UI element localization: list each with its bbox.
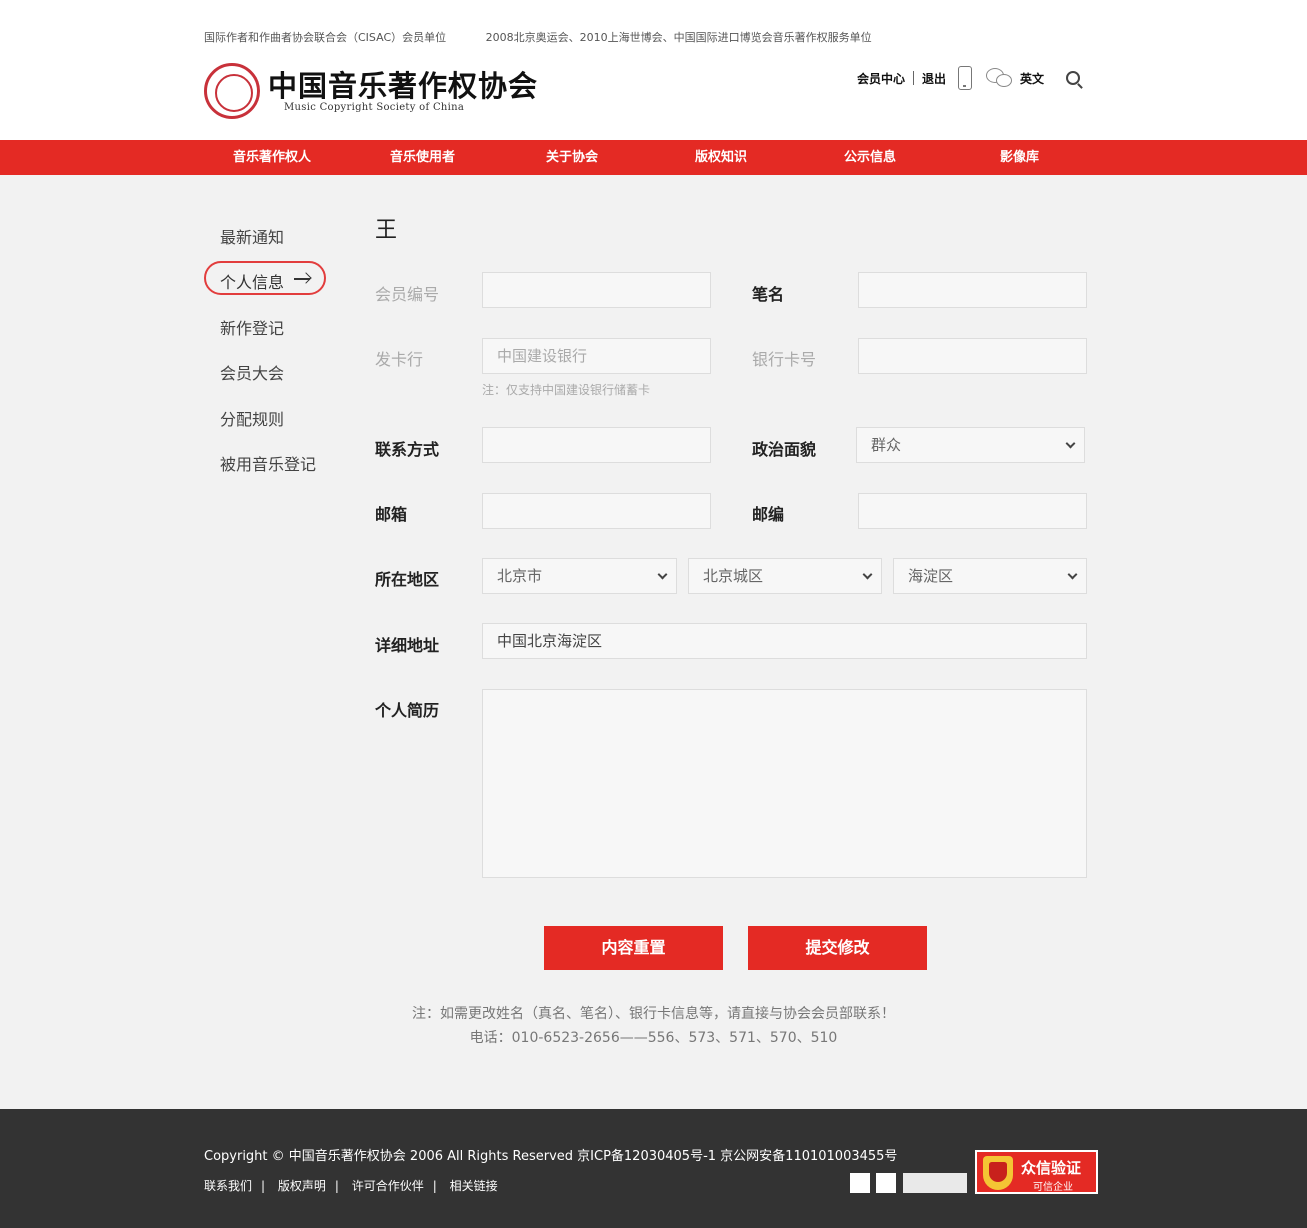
chevron-down-icon xyxy=(1067,569,1078,580)
footer-link-contact[interactable]: 联系我们 xyxy=(204,1179,252,1193)
record-badge-icon[interactable] xyxy=(876,1173,896,1193)
chevron-down-icon xyxy=(862,569,873,580)
mcsc-logo-icon xyxy=(204,63,260,119)
nav-item-media-library[interactable]: 影像库 xyxy=(1000,140,1039,175)
footer-link-related[interactable]: 相关链接 xyxy=(450,1179,498,1193)
nav-item-public-info[interactable]: 公示信息 xyxy=(844,140,896,175)
footer-link-copyright[interactable]: 版权声明 xyxy=(278,1179,326,1193)
city-selected: 北京城区 xyxy=(703,567,764,585)
header-notes: 国际作者和作曲者协会联合会（CISAC）会员单位 2008北京奥运会、2010上… xyxy=(204,29,908,45)
political-select[interactable]: 群众 xyxy=(856,427,1085,463)
submit-button[interactable]: 提交修改 xyxy=(748,926,927,970)
nav-item-music-users[interactable]: 音乐使用者 xyxy=(390,140,455,175)
postcode-field[interactable] xyxy=(858,493,1087,529)
nav-item-rights-holders[interactable]: 音乐著作权人 xyxy=(233,140,311,175)
bank-note: 注：仅支持中国建设银行储蓄卡 xyxy=(482,383,651,397)
search-icon[interactable] xyxy=(1066,71,1081,85)
police-badge-icon[interactable] xyxy=(850,1173,870,1193)
divider xyxy=(913,71,915,85)
english-link[interactable]: 英文 xyxy=(1020,70,1044,87)
copyright-text: Copyright © 中国音乐著作权协会 2006 All Rights Re… xyxy=(204,1149,898,1164)
chevron-down-icon xyxy=(1065,438,1076,449)
sidebar-item-general-meeting[interactable]: 会员大会 xyxy=(220,360,284,384)
badge-title: 众信验证 xyxy=(1021,1159,1082,1177)
address-label: 详细地址 xyxy=(375,636,440,655)
user-name: 王 xyxy=(375,218,398,243)
province-select[interactable]: 北京市 xyxy=(482,558,677,594)
pen-name-field[interactable] xyxy=(858,272,1087,308)
main-nav: 音乐著作权人 音乐使用者 关于协会 版权知识 公示信息 影像库 xyxy=(0,140,1307,175)
city-select[interactable]: 北京城区 xyxy=(688,558,882,594)
mobile-icon[interactable] xyxy=(958,66,973,90)
bank-field[interactable]: 中国建设银行 xyxy=(482,338,711,374)
district-select[interactable]: 海淀区 xyxy=(893,558,1087,594)
trust-badge-icon[interactable] xyxy=(903,1173,967,1193)
service-note: 2008北京奥运会、2010上海世博会、中国国际进口博览会音乐著作权服务单位 xyxy=(485,31,872,44)
reset-button[interactable]: 内容重置 xyxy=(544,926,723,970)
shield-icon xyxy=(983,1156,1013,1190)
badge-subtitle: 可信企业 xyxy=(1033,1182,1073,1193)
sidebar-item-personal-info[interactable]: 个人信息 xyxy=(204,261,326,295)
phone-text: 电话：010-6523-2656——556、573、571、570、510 xyxy=(469,1030,838,1046)
sidebar-item-distribution-rules[interactable]: 分配规则 xyxy=(220,406,284,430)
sidebar-item-latest-notices[interactable]: 最新通知 xyxy=(220,224,284,248)
region-label: 所在地区 xyxy=(375,570,440,589)
pen-name-label: 笔名 xyxy=(752,285,785,304)
site-logo[interactable]: 中国音乐著作权协会 Music Copyright Society of Chi… xyxy=(204,62,538,120)
email-label: 邮箱 xyxy=(375,505,408,524)
contact-label: 联系方式 xyxy=(375,440,440,459)
nav-item-about[interactable]: 关于协会 xyxy=(546,140,598,175)
member-no-field[interactable] xyxy=(482,272,711,308)
card-no-label: 银行卡号 xyxy=(752,350,817,369)
political-selected: 群众 xyxy=(871,436,902,454)
member-center-link[interactable]: 会员中心 xyxy=(857,70,905,87)
card-no-field[interactable] xyxy=(858,338,1087,374)
zhongxin-verify-badge[interactable]: 众信验证 可信企业 xyxy=(975,1150,1098,1194)
postcode-label: 邮编 xyxy=(752,505,785,524)
notice-text: 注：如需更改姓名（真名、笔名）、银行卡信息等，请直接与协会会员部联系！ xyxy=(412,1006,895,1022)
header-utilities: 会员中心 退出 英文 xyxy=(857,63,1081,93)
logout-link[interactable]: 退出 xyxy=(922,70,946,87)
logo-chinese-name: 中国音乐著作权协会 xyxy=(268,68,539,103)
address-field[interactable]: 中国北京海淀区 xyxy=(482,623,1087,659)
province-selected: 北京市 xyxy=(497,567,543,585)
district-selected: 海淀区 xyxy=(908,567,954,585)
sidebar-item-label: 个人信息 xyxy=(220,273,285,292)
nav-item-copyright-knowledge[interactable]: 版权知识 xyxy=(695,140,747,175)
footer-link-partners[interactable]: 许可合作伙伴 xyxy=(352,1179,424,1193)
sidebar-item-used-music[interactable]: 被用音乐登记 xyxy=(220,451,316,475)
bank-label: 发卡行 xyxy=(375,350,424,369)
resume-textarea[interactable] xyxy=(482,689,1087,878)
wechat-icon[interactable] xyxy=(986,68,1013,88)
cisac-note: 国际作者和作曲者协会联合会（CISAC）会员单位 xyxy=(204,31,447,44)
site-footer: Copyright © 中国音乐著作权协会 2006 All Rights Re… xyxy=(0,1109,1307,1228)
contact-field[interactable] xyxy=(482,427,711,463)
political-label: 政治面貌 xyxy=(752,440,817,459)
chevron-down-icon xyxy=(657,569,668,580)
member-no-label: 会员编号 xyxy=(375,285,440,304)
site-header: 国际作者和作曲者协会联合会（CISAC）会员单位 2008北京奥运会、2010上… xyxy=(0,0,1307,140)
email-field[interactable] xyxy=(482,493,711,529)
sidebar-item-new-work[interactable]: 新作登记 xyxy=(220,315,284,339)
logo-english-name: Music Copyright Society of China xyxy=(284,101,465,113)
resume-label: 个人简历 xyxy=(375,701,440,720)
arrow-right-icon xyxy=(294,278,310,280)
footer-links: 联系我们 | 版权声明 | 许可合作伙伴 | 相关链接 xyxy=(204,1179,498,1193)
